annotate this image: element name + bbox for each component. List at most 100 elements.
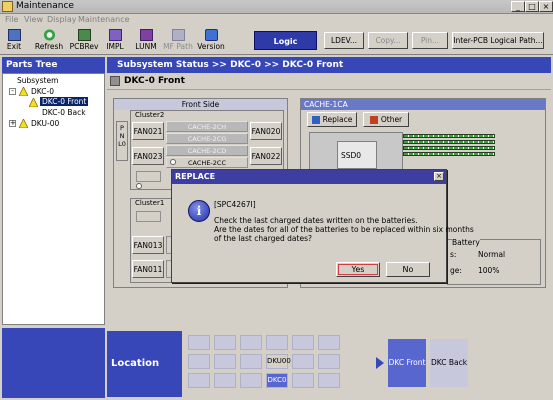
cache-2cc[interactable]: CACHE-2CC xyxy=(166,157,248,168)
app-icon xyxy=(2,1,13,12)
location-cell[interactable] xyxy=(292,335,314,350)
collapse-icon[interactable]: - xyxy=(9,88,16,95)
location-cell[interactable] xyxy=(292,354,314,369)
tree-dkc-0-back[interactable]: DKC-0 Back xyxy=(42,108,86,117)
maximize-button[interactable]: □ xyxy=(525,1,539,12)
replace-button[interactable]: Replace xyxy=(307,112,357,127)
dialog-code: [SPC4267I] xyxy=(214,200,256,209)
cache-2cg[interactable]: CACHE-2CG xyxy=(166,133,248,144)
warning-icon xyxy=(29,98,38,107)
menu-maintenance[interactable]: Maintenance xyxy=(78,15,130,24)
lunm-button[interactable]: LUNM xyxy=(135,29,157,54)
slot[interactable] xyxy=(136,211,161,222)
arrow-right-icon xyxy=(376,357,384,369)
location-cell[interactable] xyxy=(214,335,236,350)
dkc-icon xyxy=(110,76,120,86)
front-side-header: Front Side xyxy=(114,99,287,110)
dkc-back-button[interactable]: DKC Back xyxy=(430,339,468,387)
location-cell[interactable] xyxy=(214,354,236,369)
location-cell[interactable] xyxy=(318,373,340,388)
dialog-line-2: Are the dates for all of the batteries t… xyxy=(214,225,474,234)
version-icon xyxy=(204,29,218,41)
location-cell[interactable] xyxy=(188,335,210,350)
logic-function-tab[interactable]: Logic Function xyxy=(254,31,317,65)
cache-panel-header: CACHE-1CA xyxy=(301,99,545,110)
fan022[interactable]: FAN022 xyxy=(250,147,282,165)
dialog-line-1: Check the last charged dates written on … xyxy=(214,216,418,225)
menu-file[interactable]: File xyxy=(5,15,18,24)
radio-icon[interactable] xyxy=(170,159,176,165)
location-cell[interactable] xyxy=(188,373,210,388)
slot[interactable] xyxy=(136,171,161,182)
location-sidebar xyxy=(2,328,105,398)
dkc0-cell[interactable]: DKC0 xyxy=(266,373,288,388)
pcbrev-button[interactable]: PCBRev xyxy=(69,29,99,54)
location-cell[interactable] xyxy=(240,354,262,369)
battery-status: Normal xyxy=(478,250,506,259)
cache-2ch[interactable]: CACHE-2CH xyxy=(166,121,248,132)
fan021[interactable]: FAN021 xyxy=(132,122,164,140)
copy-button[interactable]: Copy... xyxy=(368,32,408,49)
dialog-close-button[interactable]: × xyxy=(434,172,444,181)
refresh-icon xyxy=(42,29,56,41)
location-cell[interactable] xyxy=(240,335,262,350)
location-label: Location xyxy=(107,331,182,397)
pnl-slot[interactable]: PNL0 xyxy=(116,121,128,161)
replace-dialog: REPLACE × i [SPC4267I] Check the last ch… xyxy=(171,169,474,283)
tree-dku-00[interactable]: DKU-00 xyxy=(31,119,59,128)
menu-display[interactable]: Display xyxy=(47,15,77,24)
tree-dkc-0-front[interactable]: DKC-0 Front xyxy=(40,97,89,106)
minimize-button[interactable]: _ xyxy=(511,1,525,12)
battery-charge: 100% xyxy=(478,266,500,275)
wrench-icon xyxy=(369,116,378,124)
location-cell[interactable] xyxy=(318,354,340,369)
window-title: Maintenance xyxy=(16,1,74,11)
no-button[interactable]: No xyxy=(386,262,430,277)
mfpath-icon xyxy=(171,29,185,41)
pin-button[interactable]: Pin... xyxy=(412,32,448,49)
version-button[interactable]: Version xyxy=(197,29,225,54)
fan011[interactable]: FAN011 xyxy=(132,260,164,278)
close-window-button[interactable]: × xyxy=(539,1,553,12)
breadcrumb: Subsystem Status >> DKC-0 >> DKC-0 Front xyxy=(107,57,551,73)
location-cell[interactable] xyxy=(318,335,340,350)
title-bar: Maintenance _ □ × xyxy=(0,0,553,14)
fan020[interactable]: FAN020 xyxy=(250,122,282,140)
inter-pcb-logical-path-button[interactable]: Inter-PCB Logical Path... xyxy=(452,32,544,49)
replace-icon xyxy=(311,116,320,124)
location-cell[interactable] xyxy=(188,354,210,369)
tree-subsystem[interactable]: Subsystem xyxy=(17,76,58,85)
impl-button[interactable]: IMPL xyxy=(105,29,125,54)
ssd0-slot[interactable]: SSD0 xyxy=(337,141,377,169)
location-cell[interactable] xyxy=(240,373,262,388)
fan013[interactable]: FAN013 xyxy=(132,236,164,254)
warning-icon xyxy=(19,87,28,96)
impl-icon xyxy=(108,29,122,41)
pcb-icon xyxy=(77,29,91,41)
dialog-title: REPLACE xyxy=(172,170,446,184)
exit-button[interactable]: Exit xyxy=(4,29,24,54)
exit-icon xyxy=(7,29,21,41)
location-cell[interactable] xyxy=(292,373,314,388)
expand-icon[interactable]: + xyxy=(9,120,16,127)
location-cell[interactable] xyxy=(214,373,236,388)
mfpath-button[interactable]: MF Path xyxy=(163,29,193,54)
radio-icon[interactable] xyxy=(136,183,142,189)
dkc-front-button[interactable]: DKC Front xyxy=(388,339,426,387)
location-cell[interactable] xyxy=(266,335,288,350)
warning-icon xyxy=(19,119,28,128)
other-button[interactable]: Other xyxy=(363,112,409,127)
tree-dkc-0[interactable]: DKC-0 xyxy=(31,87,54,96)
dialog-line-3: of the last charged dates? xyxy=(214,234,312,243)
dku00-cell[interactable]: DKU00 xyxy=(266,354,291,369)
parts-tree: Subsystem - DKC-0 DKC-0 Front DKC-0 Back… xyxy=(2,73,105,325)
refresh-button[interactable]: Refresh xyxy=(32,29,66,54)
menu-bar: File View Display Maintenance xyxy=(0,14,553,27)
lunm-icon xyxy=(139,29,153,41)
yes-button[interactable]: Yes xyxy=(336,262,380,277)
fan023[interactable]: FAN023 xyxy=(132,147,164,165)
ldev-button[interactable]: LDEV... xyxy=(324,32,364,49)
battery-group: Battery s: Normal ge: 100% xyxy=(447,238,541,285)
cache-2cd[interactable]: CACHE-2CD xyxy=(166,145,248,156)
menu-view[interactable]: View xyxy=(24,15,43,24)
